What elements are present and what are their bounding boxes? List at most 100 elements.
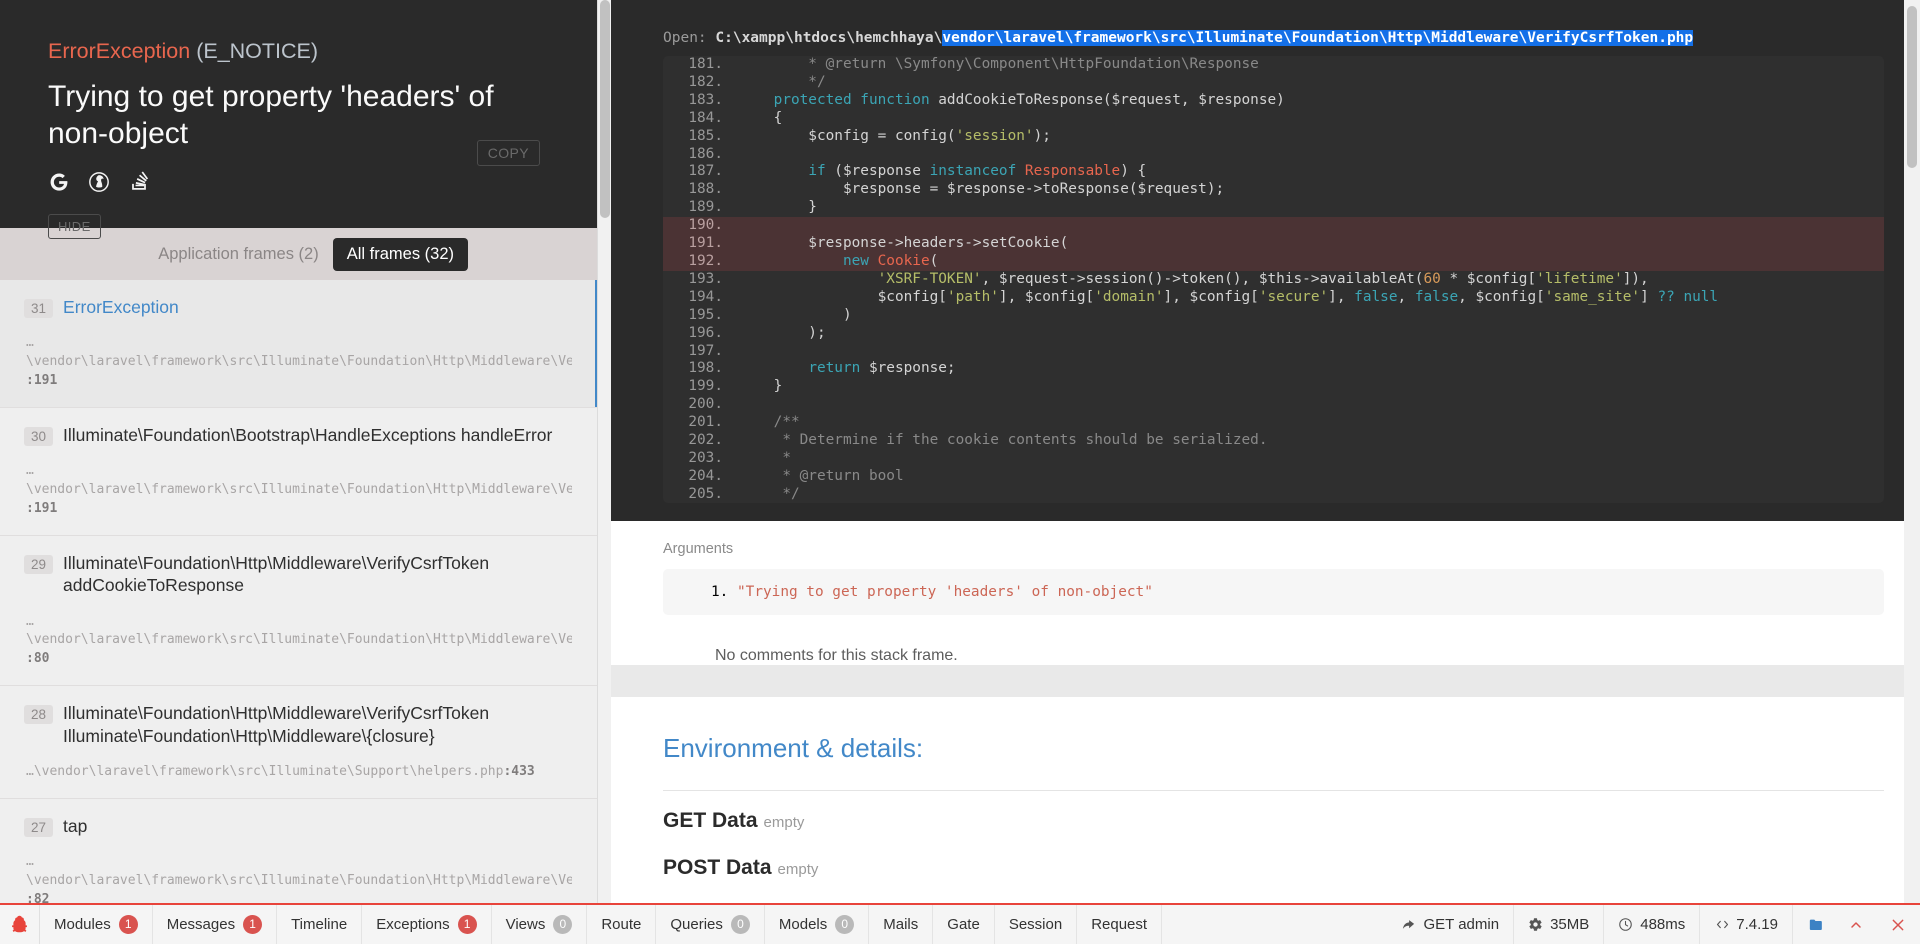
code-line: 196. ); bbox=[663, 325, 1884, 343]
debugbar-tab-gate[interactable]: Gate bbox=[933, 905, 995, 944]
debugbar-tab-label: Gate bbox=[947, 916, 980, 933]
code-line-content: $response->headers->setCookie( bbox=[739, 235, 1069, 252]
hide-button[interactable]: HIDE bbox=[48, 214, 101, 240]
code-icon bbox=[1714, 917, 1729, 932]
google-search-icon[interactable] bbox=[48, 171, 70, 193]
frame-file-path: \vendor\laravel\framework\src\Illuminate… bbox=[26, 354, 572, 370]
frame-index: 31 bbox=[24, 299, 54, 318]
code-line-content: * Determine if the cookie contents shoul… bbox=[739, 432, 1268, 449]
debugbar-tab-queries[interactable]: Queries 0 bbox=[656, 905, 765, 944]
code-line: 202. * Determine if the cookie contents … bbox=[663, 432, 1884, 450]
code-line: 190. bbox=[663, 217, 1884, 236]
duckduckgo-search-icon[interactable] bbox=[88, 171, 110, 193]
debugbar-tab-badge: 1 bbox=[457, 915, 477, 934]
section-divider bbox=[611, 665, 1904, 697]
debugbar-tab-mails[interactable]: Mails bbox=[869, 905, 934, 944]
main-scrollbar-thumb[interactable] bbox=[1907, 6, 1917, 168]
code-line-number: 189. bbox=[688, 199, 723, 216]
debugbar-logo-icon[interactable] bbox=[0, 905, 40, 944]
debugbar-tab-request[interactable]: Request bbox=[1077, 905, 1163, 944]
frame-list-item[interactable]: 28 Illuminate\Foundation\Http\Middleware… bbox=[0, 686, 600, 799]
debugbar-php-version[interactable]: 7.4.19 bbox=[1699, 905, 1792, 944]
debugbar-tab-route[interactable]: Route bbox=[587, 905, 657, 944]
folder-icon bbox=[1807, 917, 1822, 932]
code-line: 200. bbox=[663, 396, 1884, 414]
source-code-viewer[interactable]: 181. * @return \Symfony\Component\HttpFo… bbox=[663, 56, 1884, 503]
frame-index: 30 bbox=[24, 426, 54, 446]
debugbar-php-label: 7.4.19 bbox=[1736, 916, 1778, 933]
exception-class-name: ErrorException bbox=[48, 39, 191, 63]
debugbar-tab-messages[interactable]: Messages 1 bbox=[153, 905, 278, 944]
code-line-content: } bbox=[739, 378, 783, 395]
code-line-number: 199. bbox=[688, 378, 723, 395]
env-label: POST Data bbox=[663, 856, 772, 879]
code-line-content: $response = $response->toResponse($reque… bbox=[739, 181, 1225, 198]
frame-title: Illuminate\Foundation\Http\Middleware\Ve… bbox=[63, 703, 490, 746]
argument-item: 1. "Trying to get property 'headers' of … bbox=[711, 584, 1872, 600]
code-line-content: new Cookie( bbox=[842, 252, 939, 269]
frame-index: 28 bbox=[24, 705, 54, 725]
sidebar-scrollbar[interactable] bbox=[597, 0, 611, 903]
frame-index: 29 bbox=[24, 554, 54, 574]
tab-all-frames[interactable]: All frames (32) bbox=[332, 237, 468, 271]
env-row-get-data: GET Data empty bbox=[663, 809, 1904, 833]
code-line-content: */ bbox=[739, 73, 826, 90]
sidebar-scrollbar-thumb[interactable] bbox=[600, 0, 610, 218]
debugbar-tab-session[interactable]: Session bbox=[995, 905, 1078, 944]
code-line: 204. * @return bool bbox=[663, 468, 1884, 486]
code-line-number: 192. bbox=[688, 252, 723, 269]
debugbar-tab-label: Messages bbox=[166, 916, 236, 933]
code-line-content: } bbox=[739, 199, 817, 216]
debugbar-tab-badge: 0 bbox=[835, 915, 855, 934]
code-line-number: 185. bbox=[688, 127, 723, 144]
debugbar-open-storage[interactable] bbox=[1792, 905, 1836, 944]
debugbar-current-route[interactable]: GET admin bbox=[1387, 905, 1513, 944]
debugbar-tab-badge: 1 bbox=[118, 915, 138, 934]
frame-file-path: \vendor\laravel\framework\src\Illuminate… bbox=[26, 482, 572, 498]
frame-file-ellipsis: … bbox=[26, 854, 34, 870]
open-path-selected[interactable]: vendor\laravel\framework\src\Illuminate\… bbox=[942, 30, 1694, 46]
arguments-title: Arguments bbox=[663, 541, 734, 557]
main-scrollbar[interactable] bbox=[1904, 0, 1920, 903]
code-line-number: 196. bbox=[688, 324, 723, 341]
code-line-number: 197. bbox=[688, 342, 723, 359]
debugbar-tab-label: Modules bbox=[54, 916, 111, 933]
clock-icon bbox=[1618, 917, 1633, 932]
code-line: 192. new Cookie( bbox=[663, 252, 1884, 271]
share-arrow-icon bbox=[1401, 917, 1416, 932]
debugbar-tab-models[interactable]: Models 0 bbox=[765, 905, 870, 944]
code-line-number: 191. bbox=[688, 235, 723, 252]
open-label: Open: bbox=[663, 30, 707, 46]
code-line-content: */ bbox=[739, 485, 800, 502]
debugbar-right-group: GET admin 35MB 488ms 7.4.19 bbox=[1387, 905, 1920, 944]
exception-type: ErrorException (E_NOTICE) bbox=[48, 38, 552, 66]
frame-list-item[interactable]: 29 Illuminate\Foundation\Http\Middleware… bbox=[0, 535, 600, 687]
code-line: 188. $response = $response->toResponse($… bbox=[663, 181, 1884, 199]
frame-file: … \vendor\laravel\framework\src\Illumina… bbox=[26, 853, 572, 903]
debugbar-tab-exceptions[interactable]: Exceptions 1 bbox=[362, 905, 492, 944]
copy-button[interactable]: COPY bbox=[476, 140, 540, 166]
search-links bbox=[48, 170, 552, 194]
frame-list-item[interactable]: 27 tap … \vendor\laravel\framework\src\I… bbox=[0, 798, 600, 903]
frame-file-line: :80 bbox=[26, 651, 50, 667]
frame-file-ellipsis: … bbox=[26, 335, 34, 351]
stackoverflow-search-icon[interactable] bbox=[128, 171, 150, 193]
code-line-number: 200. bbox=[688, 396, 723, 413]
code-line-content: /** bbox=[739, 414, 800, 431]
debugbar-time[interactable]: 488ms bbox=[1603, 905, 1699, 944]
tab-application-frames[interactable]: Application frames (2) bbox=[144, 238, 332, 271]
debugbar-close-button[interactable] bbox=[1876, 905, 1920, 944]
code-line-content: * @return \Symfony\Component\HttpFoundat… bbox=[739, 56, 1259, 72]
environment-rule bbox=[663, 790, 1884, 791]
code-line: 191. $response->headers->setCookie( bbox=[663, 235, 1884, 253]
debugbar-tab-label: Request bbox=[1091, 916, 1148, 933]
debugbar-tab-timeline[interactable]: Timeline bbox=[277, 905, 363, 944]
debugbar-tab-label: Mails bbox=[883, 916, 919, 933]
code-line-content: * @return bool bbox=[739, 467, 904, 484]
frame-list-item[interactable]: 30 Illuminate\Foundation\Bootstrap\Handl… bbox=[0, 407, 600, 536]
debugbar-minimize-button[interactable] bbox=[1836, 905, 1876, 944]
debugbar-memory[interactable]: 35MB bbox=[1513, 905, 1603, 944]
frame-list-item[interactable]: 31 ErrorException … \vendor\laravel\fram… bbox=[0, 280, 600, 408]
debugbar-tab-modules[interactable]: Modules 1 bbox=[40, 905, 153, 944]
debugbar-tab-views[interactable]: Views 0 bbox=[492, 905, 588, 944]
